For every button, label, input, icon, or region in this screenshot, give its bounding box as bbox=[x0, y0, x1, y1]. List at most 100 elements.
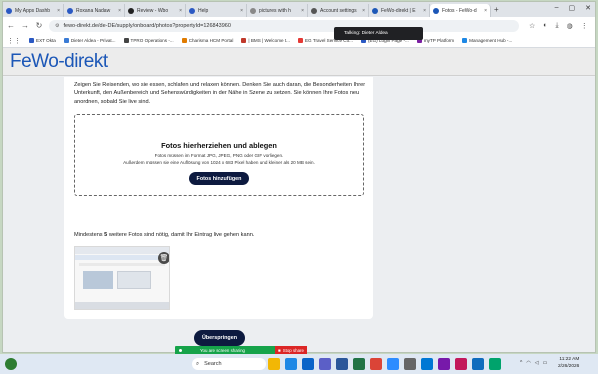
okta-icon bbox=[6, 7, 12, 14]
browser-window: My Apps Dashb × Roxana Nadaw × Review - Wb… bbox=[2, 1, 596, 353]
file-explorer-icon[interactable] bbox=[268, 358, 280, 370]
min-photos-note: Mindestens 5 weitere Fotos sind nötig, d… bbox=[74, 232, 255, 238]
profile-icon[interactable]: ◍ bbox=[567, 22, 573, 30]
skip-button[interactable]: Überspringen bbox=[194, 330, 245, 346]
site-info-icon[interactable]: ⚙ bbox=[55, 23, 59, 29]
tab-help[interactable]: Help × bbox=[186, 4, 247, 17]
maps-icon[interactable] bbox=[489, 358, 501, 370]
tab-review[interactable]: Review - Wbo × bbox=[125, 4, 186, 17]
uploaded-photo-thumbnail[interactable]: 🗑 bbox=[74, 246, 170, 310]
hub-icon bbox=[462, 38, 468, 43]
tab-my-apps[interactable]: My Apps Dashb × bbox=[3, 4, 64, 17]
edge-icon[interactable] bbox=[285, 358, 297, 370]
close-window-icon[interactable]: ✕ bbox=[585, 4, 591, 12]
close-icon[interactable]: × bbox=[240, 8, 243, 14]
outlook-icon[interactable] bbox=[302, 358, 314, 370]
photos-card: Zeigen Sie Reisenden, wo sie essen, schl… bbox=[64, 77, 373, 319]
delete-photo-icon[interactable]: 🗑 bbox=[158, 252, 169, 264]
mail-icon[interactable] bbox=[472, 358, 484, 370]
share-status-text: You are screen sharing bbox=[200, 348, 245, 353]
chevron-up-icon[interactable]: ^ bbox=[520, 360, 522, 366]
reload-icon[interactable]: ↻ bbox=[35, 21, 43, 30]
chrome-icon[interactable] bbox=[370, 358, 382, 370]
download-icon[interactable]: ⤓ bbox=[556, 22, 559, 30]
taskbar-apps bbox=[268, 358, 501, 370]
close-icon[interactable]: × bbox=[118, 8, 121, 14]
tab-fewo-direkt[interactable]: FeWo-direkt | E × bbox=[369, 4, 430, 17]
fewo-icon bbox=[433, 7, 439, 14]
fewo-icon bbox=[372, 7, 378, 14]
resolution-hint: Außerdem müssen sie eine Auflösung von 1… bbox=[123, 160, 315, 165]
wifi-icon[interactable]: ◠ bbox=[526, 360, 530, 366]
bookmark-item[interactable]: TPRO Operations -... bbox=[123, 38, 174, 43]
outlook-icon bbox=[67, 7, 73, 14]
onenote-icon[interactable] bbox=[438, 358, 450, 370]
tab-account-settings[interactable]: Account settings × bbox=[308, 4, 369, 17]
account-icon bbox=[311, 7, 317, 14]
bookmarks-bar: ⋮⋮ EXT Okta Dieter Aldea - Privat... TPR… bbox=[3, 34, 595, 48]
thumb-taskbar bbox=[75, 302, 169, 309]
tab-pictures[interactable]: pictures with h × bbox=[247, 4, 308, 17]
settings-icon[interactable] bbox=[404, 358, 416, 370]
fewo-direkt-logo[interactable]: FeWo-direkt bbox=[10, 51, 108, 73]
close-icon[interactable]: × bbox=[484, 8, 487, 14]
eg-icon bbox=[297, 38, 303, 43]
system-tray: ^ ◠ ◁ ▭ bbox=[520, 360, 547, 366]
back-icon[interactable]: ← bbox=[7, 21, 15, 30]
forward-icon[interactable]: → bbox=[21, 21, 29, 30]
stop-icon: ■ bbox=[278, 348, 281, 353]
taskbar: ⌕ Search ^ ◠ ◁ ▭ 11:22 AM 2/26/2026 bbox=[0, 354, 598, 374]
thumb-image bbox=[83, 271, 113, 289]
close-icon[interactable]: × bbox=[57, 8, 60, 14]
thumb-header bbox=[75, 255, 169, 260]
zoom-icon[interactable] bbox=[387, 358, 399, 370]
close-icon[interactable]: × bbox=[423, 8, 426, 14]
talking-indicator: Talking: Dieter Aldea bbox=[334, 27, 423, 40]
review-icon bbox=[128, 7, 134, 14]
url-input[interactable]: ⚙ fewo-direkt.de/de-DE/supply/onboard/ph… bbox=[49, 19, 519, 32]
teams-icon[interactable] bbox=[319, 358, 331, 370]
add-photos-button[interactable]: Fotos hinzufügen bbox=[188, 172, 250, 185]
maximize-icon[interactable]: ▢ bbox=[569, 4, 576, 12]
address-bar: ← → ↻ ⚙ fewo-direkt.de/de-DE/supply/onbo… bbox=[3, 17, 595, 34]
excel-icon[interactable] bbox=[353, 358, 365, 370]
clock[interactable]: 11:22 AM 2/26/2026 bbox=[558, 357, 579, 370]
intro-text: Zeigen Sie Reisenden, wo sie essen, schl… bbox=[74, 82, 366, 105]
extension-icon[interactable]: ◐ bbox=[543, 22, 547, 30]
dropzone-title: Fotos hierherziehen und ablegen bbox=[161, 141, 277, 150]
close-icon[interactable]: × bbox=[301, 8, 304, 14]
page-content: Zeigen Sie Reisenden, wo sie essen, schl… bbox=[3, 77, 595, 352]
tab-fotos[interactable]: Fotos - FeWo-d × bbox=[430, 4, 491, 17]
bookmark-item[interactable]: Dieter Aldea - Privat... bbox=[63, 38, 116, 43]
bookmark-item[interactable]: EXT Okta bbox=[29, 38, 56, 43]
tpro-icon bbox=[123, 38, 129, 43]
bookmark-item[interactable]: Management Hub -... bbox=[462, 38, 512, 43]
tab-roxana[interactable]: Roxana Nadaw × bbox=[64, 4, 125, 17]
close-icon[interactable]: × bbox=[179, 8, 182, 14]
battery-icon[interactable]: ▭ bbox=[543, 360, 548, 366]
bookmark-item[interactable]: | BMS | Welcome t... bbox=[241, 38, 290, 43]
thumb-panel bbox=[117, 271, 151, 289]
bookmark-item[interactable]: Charisma HCM Portal bbox=[181, 38, 233, 43]
snip-icon[interactable] bbox=[455, 358, 467, 370]
clock-date: 2/26/2026 bbox=[558, 363, 580, 369]
apps-grid-icon[interactable]: ⋮⋮ bbox=[7, 37, 21, 45]
photo-dropzone[interactable]: Fotos hierherziehen und ablegen Fotos mü… bbox=[74, 114, 364, 196]
charisma-icon bbox=[181, 38, 187, 43]
weather-icon[interactable] bbox=[5, 358, 17, 370]
store-icon[interactable] bbox=[421, 358, 433, 370]
close-icon[interactable]: × bbox=[362, 8, 365, 14]
toolbar-icons: ☆ ◐ ⤓ ◍ ⋮ bbox=[529, 22, 588, 30]
menu-icon[interactable]: ⋮ bbox=[581, 22, 588, 30]
search-icon: ⌕ bbox=[196, 360, 200, 367]
minimize-icon[interactable]: – bbox=[555, 4, 559, 12]
bookmark-star-icon[interactable]: ☆ bbox=[529, 22, 535, 30]
word-icon[interactable] bbox=[336, 358, 348, 370]
tab-bar: My Apps Dashb × Roxana Nadaw × Review - Wb… bbox=[3, 2, 595, 17]
okta-icon bbox=[29, 38, 34, 43]
thumb-browser-bar bbox=[75, 247, 169, 254]
clock-time: 11:22 AM bbox=[559, 357, 580, 362]
taskbar-search[interactable]: ⌕ Search bbox=[192, 358, 266, 370]
new-tab-icon[interactable]: + bbox=[494, 5, 499, 14]
volume-icon[interactable]: ◁ bbox=[535, 360, 539, 366]
